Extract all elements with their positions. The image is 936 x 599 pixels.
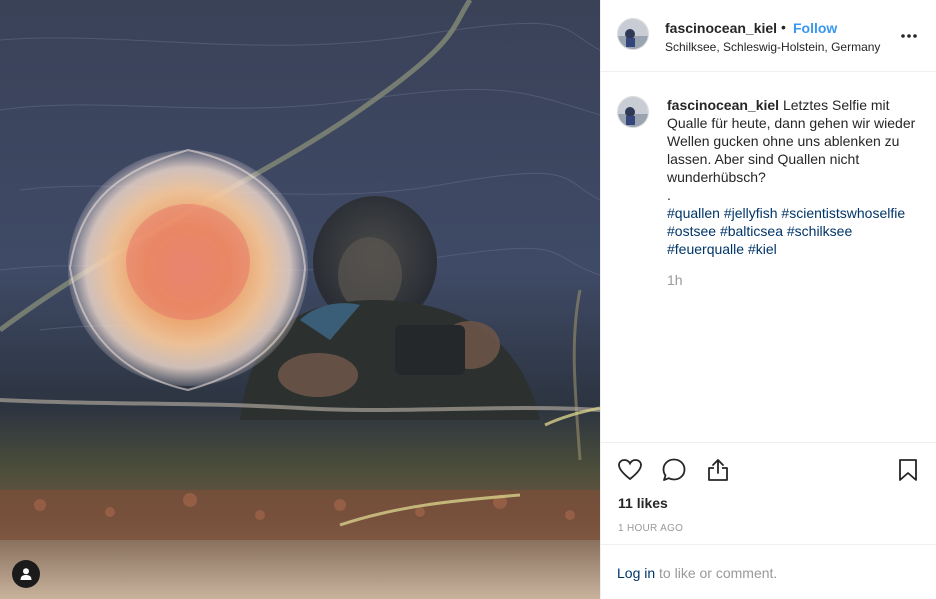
save-glyph: [899, 459, 917, 481]
comments-section: fascinocean_kiel Letztes Selfie mit Qual…: [601, 72, 936, 442]
caption-dot: .: [667, 187, 671, 203]
caption-username[interactable]: fascinocean_kiel: [667, 97, 779, 113]
share-icon[interactable]: [705, 457, 731, 483]
post-header: fascinocean_kiel • Follow Schilksee, Sch…: [601, 0, 936, 72]
hashtag-link[interactable]: #ostsee: [667, 223, 716, 239]
hashtag-link[interactable]: #feuerqualle: [667, 241, 744, 257]
post-details-panel: fascinocean_kiel • Follow Schilksee, Sch…: [600, 0, 936, 599]
heart-icon[interactable]: [617, 457, 643, 483]
ellipsis-icon: [901, 34, 917, 38]
hashtag-link[interactable]: #kiel: [748, 241, 777, 257]
avatar[interactable]: [617, 18, 649, 50]
follow-button[interactable]: Follow: [793, 20, 837, 36]
hashtag-link[interactable]: #quallen: [667, 205, 720, 221]
login-bar: Log in to like or comment.: [601, 544, 936, 599]
tagged-user-icon[interactable]: [12, 560, 40, 588]
separator-dot: •: [781, 19, 786, 35]
bookmark-icon[interactable]: [895, 457, 921, 483]
comment-glyph: [662, 458, 686, 481]
hashtag-link[interactable]: #schilksee: [787, 223, 852, 239]
person-icon: [20, 568, 32, 580]
hashtag-link[interactable]: #balticsea: [720, 223, 783, 239]
comment-icon[interactable]: [661, 457, 687, 483]
caption: fascinocean_kiel Letztes Selfie mit Qual…: [667, 96, 925, 258]
share-glyph: [708, 459, 728, 481]
post-date: 1 HOUR AGO: [618, 523, 684, 534]
hashtag-link[interactable]: #scientistswhoselfie: [781, 205, 905, 221]
login-prompt-text: to like or comment.: [655, 565, 778, 581]
login-prompt: Log in to like or comment.: [617, 565, 777, 581]
caption-avatar[interactable]: [617, 96, 649, 128]
actions-section: 11 likes 1 HOUR AGO: [601, 442, 936, 544]
likes-count[interactable]: 11 likes: [618, 495, 668, 511]
jellyfish-selfie-image: [0, 0, 600, 599]
login-link[interactable]: Log in: [617, 565, 655, 581]
location-link[interactable]: Schilksee, Schleswig-Holstein, Germany: [665, 40, 880, 54]
caption-time[interactable]: 1h: [667, 272, 683, 288]
hashtag-link[interactable]: #jellyfish: [724, 205, 778, 221]
profile-picture: [618, 97, 648, 127]
hashtag-list: #quallen #jellyfish #scientistswhoselfie…: [667, 204, 925, 258]
post-photo[interactable]: [0, 0, 600, 599]
more-options-icon[interactable]: [899, 26, 919, 46]
profile-picture: [618, 19, 648, 49]
like-glyph: [618, 459, 642, 481]
username-link[interactable]: fascinocean_kiel: [665, 20, 777, 36]
